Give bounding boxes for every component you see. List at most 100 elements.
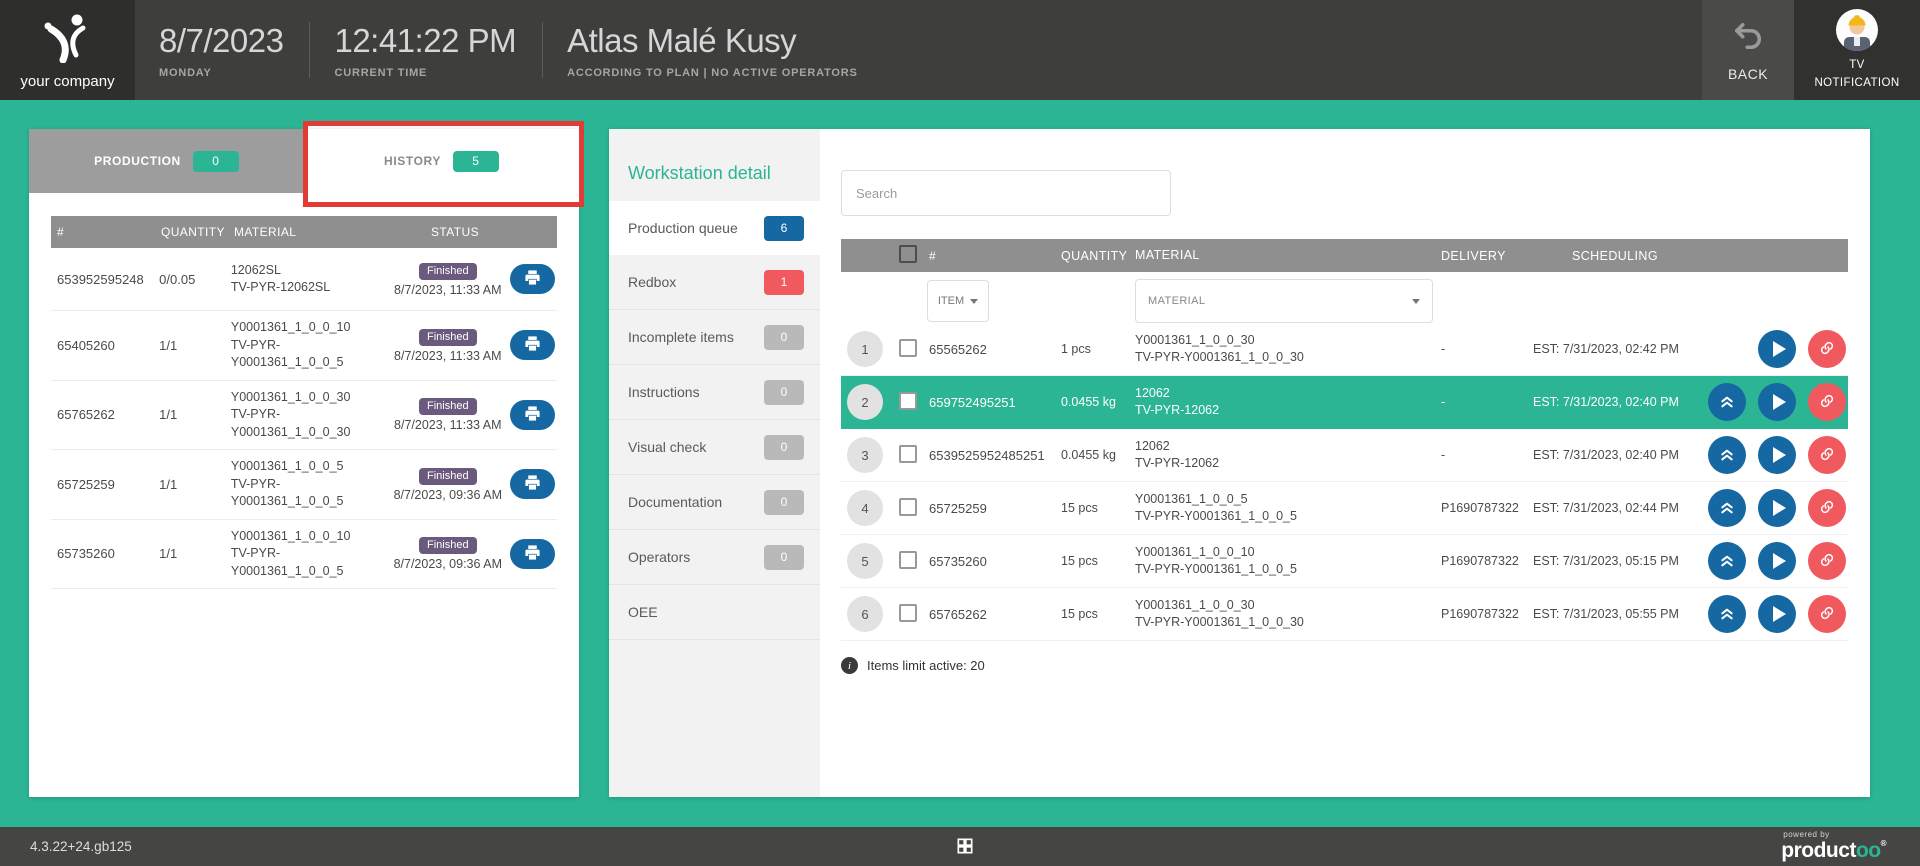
material-ref: TV-PYR-Y0001361_1_0_0_5 [231,545,386,580]
order-id: 65735260 [51,546,155,561]
menu-item-instructions[interactable]: Instructions 0 [609,365,820,420]
print-button[interactable] [510,539,555,569]
material-code: Y0001361_1_0_0_30 [231,389,386,407]
status-time: 8/7/2023, 09:36 AM [386,557,510,571]
items-limit-text: Items limit active: 20 [867,658,985,673]
print-button[interactable] [510,264,555,294]
col-delivery: DELIVERY [1441,249,1533,263]
play-icon [1773,606,1786,622]
queue-row: 1 65565262 1 pcs Y0001361_1_0_0_30 TV-PY… [841,323,1848,376]
move-to-top-button[interactable] [1708,542,1746,580]
move-to-top-button[interactable] [1708,383,1746,421]
start-button[interactable] [1758,330,1796,368]
select-all-checkbox[interactable] [899,245,917,263]
start-button[interactable] [1758,595,1796,633]
status-badge: Finished [419,398,477,415]
current-date-label: MONDAY [159,67,283,79]
workstation-status: ACCORDING TO PLAN | NO ACTIVE OPERATORS [567,67,858,79]
menu-item-oee[interactable]: OEE [609,585,820,640]
current-time-label: CURRENT TIME [334,67,516,79]
start-button[interactable] [1758,542,1796,580]
divider [542,22,543,78]
material-ref: TV-PYR-Y0001361_1_0_0_5 [231,337,386,372]
print-button[interactable] [510,400,555,430]
menu-count-badge: 0 [764,490,804,515]
link-button[interactable] [1808,330,1846,368]
material-code: Y0001361_1_0_0_10 [231,528,386,546]
move-to-top-button[interactable] [1708,436,1746,474]
row-checkbox[interactable] [899,339,917,357]
item-filter-dropdown[interactable]: ITEM [927,280,989,322]
col-id: # [929,249,1055,263]
item-filter-label: ITEM [938,295,964,307]
workstation-detail-title: Workstation detail [609,129,820,201]
menu-item-label: Redbox [628,274,676,290]
menu-item-visual-check[interactable]: Visual check 0 [609,420,820,475]
row-checkbox[interactable] [899,551,917,569]
productoo-logo: powered by productoo® [1781,831,1886,861]
back-button[interactable]: BACK [1702,0,1794,100]
status-time: 8/7/2023, 11:33 AM [386,283,510,297]
tv-notification-button[interactable]: TV NOTIFICATION [1794,0,1920,100]
material-filter-dropdown[interactable]: MATERIAL [1135,279,1433,323]
history-row: 65765262 1/1 Y0001361_1_0_0_30 TV-PYR-Y0… [51,381,557,451]
double-chevron-up-icon [1719,393,1735,412]
order-scheduling: EST: 7/31/2023, 02:44 PM [1533,501,1701,515]
row-checkbox[interactable] [899,445,917,463]
row-checkbox[interactable] [899,498,917,516]
workstation-menu: Workstation detail Production queue 6 Re… [609,129,820,797]
order-id: 65765262 [51,407,155,422]
start-button[interactable] [1758,383,1796,421]
row-actions [1708,383,1846,421]
link-button[interactable] [1808,436,1846,474]
order-scheduling: EST: 7/31/2023, 02:42 PM [1533,342,1701,356]
double-chevron-up-icon [1719,552,1735,571]
order-quantity: 1/1 [155,338,228,353]
print-button[interactable] [510,330,555,360]
menu-item-redbox[interactable]: Redbox 1 [609,255,820,310]
queue-row: 6 65765262 15 pcs Y0001361_1_0_0_30 TV-P… [841,588,1848,641]
menu-item-documentation[interactable]: Documentation 0 [609,475,820,530]
history-table: # QUANTITY MATERIAL STATUS 653952595248 … [51,216,557,589]
history-row: 65405260 1/1 Y0001361_1_0_0_10 TV-PYR-Y0… [51,311,557,381]
queue-position: 5 [847,543,883,579]
link-button[interactable] [1808,595,1846,633]
chain-link-icon [1819,393,1835,412]
tab-production[interactable]: PRODUCTION 0 [29,129,304,193]
company-logo-text: your company [20,73,114,90]
row-checkbox[interactable] [899,604,917,622]
order-quantity: 1/1 [155,477,228,492]
col-status: STATUS [392,225,518,239]
menu-item-production-queue[interactable]: Production queue 6 [609,201,820,255]
material-code: Y0001361_1_0_0_10 [1135,544,1431,562]
print-button[interactable] [510,469,555,499]
play-icon [1773,341,1786,357]
order-scheduling: EST: 7/31/2023, 05:15 PM [1533,554,1701,568]
move-to-top-button[interactable] [1708,489,1746,527]
queue-filter-row: ITEM MATERIAL [841,279,1848,323]
material-ref: TV-PYR-12062 [1135,455,1431,473]
menu-item-operators[interactable]: Operators 0 [609,530,820,585]
link-button[interactable] [1808,383,1846,421]
material-ref: TV-PYR-Y0001361_1_0_0_5 [231,476,386,511]
search-input[interactable] [841,170,1171,216]
link-button[interactable] [1808,542,1846,580]
grid-2x2-icon[interactable] [955,836,975,859]
link-button[interactable] [1808,489,1846,527]
menu-item-label: Incomplete items [628,329,734,345]
move-to-top-button[interactable] [1708,595,1746,633]
order-quantity: 15 pcs [1061,554,1129,568]
tab-history[interactable]: HISTORY 5 [304,129,579,193]
history-row: 653952595248 0/0.05 12062SL TV-PYR-12062… [51,248,557,311]
company-logo-icon [37,11,99,68]
caret-down-icon [970,299,978,304]
material-code: 12062 [1135,385,1431,403]
chain-link-icon [1819,340,1835,359]
start-button[interactable] [1758,436,1796,474]
row-actions [1708,436,1846,474]
order-material: Y0001361_1_0_0_10 TV-PYR-Y0001361_1_0_0_… [228,319,386,372]
menu-item-incomplete-items[interactable]: Incomplete items 0 [609,310,820,365]
row-checkbox[interactable] [899,392,917,410]
top-bar: your company 8/7/2023 MONDAY 12:41:22 PM… [0,0,1920,100]
start-button[interactable] [1758,489,1796,527]
